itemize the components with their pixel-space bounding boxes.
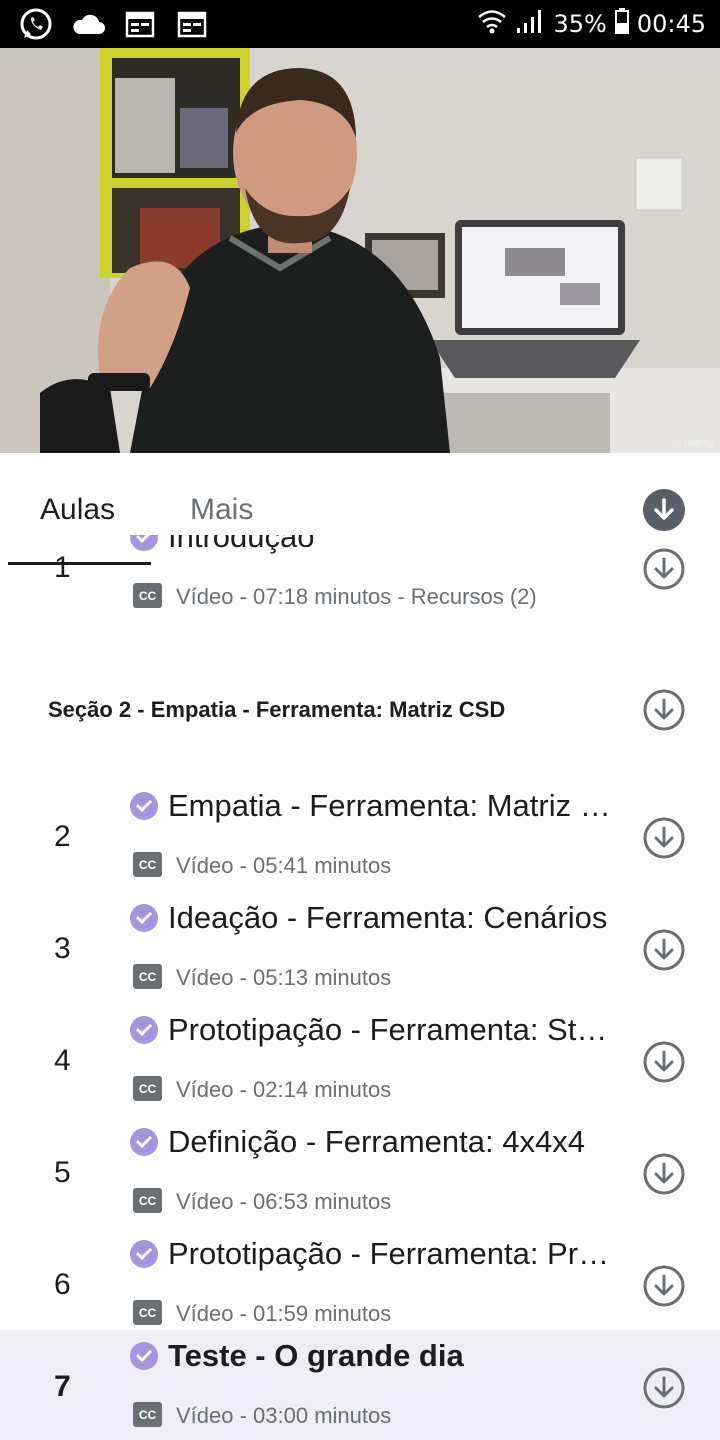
closed-captions-icon: CC [133, 583, 162, 608]
download-icon [643, 1367, 685, 1409]
lecture-number: 3 [54, 932, 71, 965]
video-frame-image [0, 48, 720, 453]
lecture-row[interactable]: 2 Empatia - Ferramenta: Matriz CSD CC Ví… [0, 780, 720, 892]
lecture-title: Empatia - Ferramenta: Matriz CSD [168, 788, 613, 823]
download-icon [643, 548, 685, 590]
download-button[interactable] [643, 548, 685, 590]
battery-percent: 35% [553, 10, 607, 38]
lecture-meta: Vídeo - 03:00 minutos [176, 1403, 392, 1428]
closed-captions-icon: CC [133, 1076, 162, 1101]
check-icon [130, 1342, 158, 1370]
lecture-title: Teste - O grande dia [168, 1338, 464, 1373]
check-icon [130, 1016, 158, 1044]
lecture-meta: Vídeo - 07:18 minutos - Recursos (2) [176, 584, 537, 609]
lecture-meta: Vídeo - 05:13 minutos [176, 965, 392, 990]
lecture-row[interactable]: 4 Prototipação - Ferramenta: Storyboard … [0, 1004, 720, 1116]
download-all-button[interactable] [643, 489, 685, 531]
calendar-icon [122, 6, 158, 42]
lecture-number: 2 [54, 820, 71, 853]
lecture-number: 5 [54, 1156, 71, 1189]
clock: 00:45 [636, 10, 706, 38]
lecture-row[interactable]: 6 Prototipação - Ferramenta: Protótipo C… [0, 1228, 720, 1340]
lecture-title: Prototipação - Ferramenta: Storyboard [168, 1012, 613, 1047]
download-icon [654, 498, 674, 520]
tab-aulas[interactable]: Aulas [40, 493, 115, 527]
download-icon [643, 929, 685, 971]
download-icon [643, 1041, 685, 1083]
closed-captions-icon: CC [133, 852, 162, 877]
lecture-title: Prototipação - Ferramenta: Protótipo [168, 1236, 613, 1271]
lecture-title: Ideação - Ferramenta: Cenários [168, 900, 608, 935]
download-button[interactable] [643, 817, 685, 859]
check-icon [130, 904, 158, 932]
lecture-meta: Vídeo - 01:59 minutos [176, 1301, 392, 1326]
closed-captions-icon: CC [133, 1300, 162, 1325]
lecture-row[interactable]: 5 Definição - Ferramenta: 4x4x4 CC Vídeo… [0, 1116, 720, 1228]
whatsapp-icon [18, 6, 54, 42]
lecture-meta: Vídeo - 02:14 minutos [176, 1077, 392, 1102]
wifi-icon [477, 7, 507, 41]
tab-mais[interactable]: Mais [190, 493, 253, 527]
lecture-number: 1 [54, 551, 71, 584]
lecture-number: 4 [54, 1044, 71, 1077]
closed-captions-icon: CC [133, 1402, 162, 1427]
lecture-title: Introdução [168, 535, 315, 554]
lecture-number: 6 [54, 1268, 71, 1301]
battery-icon [614, 8, 629, 40]
section-title: Seção 2 - Empatia - Ferramenta: Matriz C… [48, 697, 506, 722]
check-icon [130, 1128, 158, 1156]
lecture-meta: Vídeo - 06:53 minutos [176, 1189, 392, 1214]
video-watermark-logo: ᵘ udemy [677, 438, 714, 449]
download-icon [643, 1153, 685, 1195]
closed-captions-icon: CC [133, 1188, 162, 1213]
download-icon [643, 689, 685, 731]
status-bar: 35% 00:45 [0, 0, 720, 48]
lecture-meta: Vídeo - 05:41 minutos [176, 853, 392, 878]
download-button[interactable] [643, 929, 685, 971]
curriculum-list: 1 Introdução CC Vídeo - 07:18 minutos - … [0, 535, 720, 1440]
lecture-title: Definição - Ferramenta: 4x4x4 [168, 1124, 585, 1159]
check-icon [130, 1240, 158, 1268]
signal-icon [515, 8, 545, 40]
tab-selected-indicator [8, 562, 151, 565]
download-icon [643, 817, 685, 859]
lecture-row[interactable]: 3 Ideação - Ferramenta: Cenários CC Víde… [0, 892, 720, 1004]
lecture-number: 7 [54, 1370, 71, 1403]
download-button[interactable] [643, 1265, 685, 1307]
section-header[interactable]: Seção 2 - Empatia - Ferramenta: Matriz C… [0, 665, 720, 765]
check-icon [130, 535, 158, 551]
calendar-icon [174, 6, 210, 42]
closed-captions-icon: CC [133, 964, 162, 989]
download-section-button[interactable] [643, 689, 685, 731]
check-icon [130, 792, 158, 820]
lecture-row-current[interactable]: 7 Teste - O grande dia CC Vídeo - 03:00 … [0, 1330, 720, 1440]
lecture-row[interactable]: 1 Introdução CC Vídeo - 07:18 minutos - … [0, 535, 720, 623]
download-button[interactable] [643, 1041, 685, 1083]
download-button[interactable] [643, 1367, 685, 1409]
download-button[interactable] [643, 1153, 685, 1195]
video-player[interactable]: ᵘ udemy [0, 48, 720, 453]
cloud-icon [70, 6, 106, 42]
download-icon [643, 1265, 685, 1307]
